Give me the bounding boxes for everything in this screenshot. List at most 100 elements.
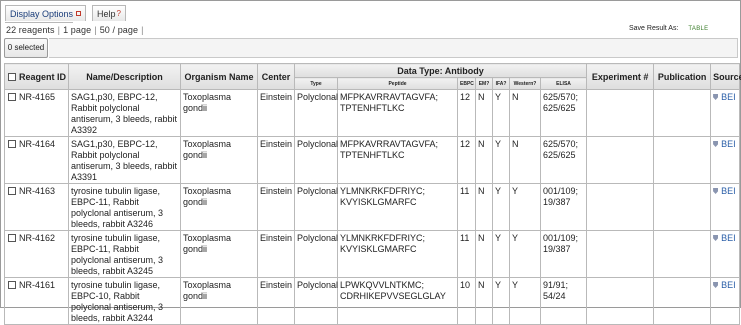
help-label: Help xyxy=(97,8,116,19)
pipe-separator: | xyxy=(57,25,61,35)
cell-name: tyrosine tubulin ligase, EBPC-11, Rabbit… xyxy=(68,230,181,278)
reagent-table: Reagent ID Name/Description Organism Nam… xyxy=(4,63,741,325)
cell-type: Polyclonal xyxy=(294,183,338,231)
header-center[interactable]: Center xyxy=(257,63,295,90)
cell-reagent-id: NR-4163 xyxy=(4,183,69,231)
cell-publication xyxy=(653,136,712,184)
tab-underline xyxy=(5,22,73,23)
bei-shield-icon xyxy=(713,188,719,194)
cell-ebpc: 10 xyxy=(457,277,476,325)
cell-ifa: Y xyxy=(492,183,510,231)
cell-reagent-id: NR-4161 xyxy=(4,277,69,325)
display-options-label: Display Options xyxy=(10,8,74,19)
cell-peptide: MFPKAVRRAVTAGVFA; TPTENHFTLKC xyxy=(337,89,458,137)
selection-bar xyxy=(49,38,738,58)
header-reagent-id[interactable]: Reagent ID xyxy=(4,63,69,90)
cell-source[interactable]: BEI xyxy=(710,277,741,325)
cell-name: tyrosine tubulin ligase, EBPC-10, Rabbit… xyxy=(68,277,181,325)
cell-elisa: 001/109; 19/387 xyxy=(539,183,588,231)
header-type[interactable]: Type xyxy=(294,77,338,90)
cell-western: N xyxy=(509,89,541,137)
cell-center[interactable]: Einstein xyxy=(257,277,295,325)
header-experiment[interactable]: Experiment # xyxy=(586,63,655,90)
help-question-icon: ? xyxy=(116,9,121,18)
cell-center[interactable]: Einstein xyxy=(257,136,295,184)
cell-ebpc: 11 xyxy=(457,183,476,231)
cell-peptide: LPWKQVVLNTKMC; CDRHIKEPVVSEGLGLAY xyxy=(337,277,458,325)
row-checkbox[interactable] xyxy=(8,187,16,195)
header-em[interactable]: EM? xyxy=(475,77,493,90)
per-page-link[interactable]: 50 / page xyxy=(100,25,138,35)
display-options-button[interactable]: Display Options xyxy=(5,5,87,21)
selected-count-button[interactable]: 0 selected xyxy=(4,38,48,58)
header-publication[interactable]: Publication xyxy=(653,63,712,90)
cell-center[interactable]: Einstein xyxy=(257,89,295,137)
header-organism[interactable]: Organism Name xyxy=(180,63,258,90)
cell-em: N xyxy=(475,89,493,137)
help-button[interactable]: Help? xyxy=(92,5,126,21)
cell-elisa: 625/570; 625/625 xyxy=(539,89,588,137)
cell-organism[interactable]: Toxoplasma gondii xyxy=(180,136,258,184)
cell-center[interactable]: Einstein xyxy=(257,230,295,278)
cell-source[interactable]: BEI xyxy=(710,136,741,184)
header-western[interactable]: Western? xyxy=(509,77,541,90)
header-ifa[interactable]: IFA? xyxy=(492,77,510,90)
cell-source[interactable]: BEI xyxy=(710,230,741,278)
header-ebpc[interactable]: EBPC xyxy=(457,77,476,90)
cell-experiment xyxy=(586,230,655,278)
page-count: 1 page xyxy=(63,25,92,35)
header-source[interactable]: Source xyxy=(710,63,741,90)
save-result-label: Save Result As: xyxy=(629,25,679,32)
pipe-separator: | xyxy=(94,25,97,35)
top-toolbar: Display Options Help? xyxy=(5,5,132,23)
bei-shield-icon xyxy=(713,141,719,147)
table-row: NR-4161 tyrosine tubulin ligase, EBPC-10… xyxy=(4,277,741,325)
header-elisa[interactable]: ELISA xyxy=(539,77,588,90)
row-checkbox[interactable] xyxy=(8,234,16,242)
cell-type: Polyclonal xyxy=(294,277,338,325)
cell-organism[interactable]: Toxoplasma gondii xyxy=(180,183,258,231)
cell-em: N xyxy=(475,136,493,184)
cell-experiment xyxy=(586,136,655,184)
row-checkbox[interactable] xyxy=(8,93,16,101)
save-table-button[interactable]: TABLE xyxy=(688,26,708,32)
cell-ebpc: 11 xyxy=(457,230,476,278)
row-checkbox[interactable] xyxy=(8,281,16,289)
cell-ifa: Y xyxy=(492,230,510,278)
cell-organism[interactable]: Toxoplasma gondii xyxy=(180,230,258,278)
cell-organism[interactable]: Toxoplasma gondii xyxy=(180,89,258,137)
row-checkbox[interactable] xyxy=(8,140,16,148)
cell-name: SAG1,p30, EBPC-12, Rabbit polyclonal ant… xyxy=(68,89,181,137)
cell-publication xyxy=(653,230,712,278)
cell-type: Polyclonal xyxy=(294,230,338,278)
cell-em: N xyxy=(475,183,493,231)
cell-western: Y xyxy=(509,230,541,278)
cell-ebpc: 12 xyxy=(457,136,476,184)
cell-peptide: YLMNKRKFDFRIYC; KVYISKLGMARFC xyxy=(337,230,458,278)
select-all-checkbox[interactable] xyxy=(8,72,16,81)
header-peptide[interactable]: Peptide xyxy=(337,77,458,90)
cell-elisa: 91/91; 54/24 xyxy=(539,277,588,325)
cell-source[interactable]: BEI xyxy=(710,183,741,231)
cell-source[interactable]: BEI xyxy=(710,89,741,137)
cell-reagent-id: NR-4164 xyxy=(4,136,69,184)
bei-shield-icon xyxy=(713,282,719,288)
header-data-type: Data Type: Antibody xyxy=(293,63,588,78)
table-row: NR-4165 SAG1,p30, EBPC-12, Rabbit polycl… xyxy=(4,89,741,137)
cell-organism[interactable]: Toxoplasma gondii xyxy=(180,277,258,325)
reagent-count: 22 reagents xyxy=(6,25,55,35)
cell-experiment xyxy=(586,183,655,231)
bei-shield-icon xyxy=(713,235,719,241)
cell-ifa: Y xyxy=(492,277,510,325)
cell-publication xyxy=(653,277,712,325)
bei-shield-icon xyxy=(713,94,719,100)
table-row: NR-4163 tyrosine tubulin ligase, EBPC-11… xyxy=(4,183,741,231)
cell-publication xyxy=(653,89,712,137)
cell-reagent-id: NR-4165 xyxy=(4,89,69,137)
cell-type: Polyclonal xyxy=(294,89,338,137)
table-row: NR-4162 tyrosine tubulin ligase, EBPC-11… xyxy=(4,230,741,278)
header-name[interactable]: Name/Description xyxy=(68,63,181,90)
cell-peptide: MFPKAVRRAVTAGVFA; TPTENHFTLKC xyxy=(337,136,458,184)
cell-ebpc: 12 xyxy=(457,89,476,137)
cell-center[interactable]: Einstein xyxy=(257,183,295,231)
